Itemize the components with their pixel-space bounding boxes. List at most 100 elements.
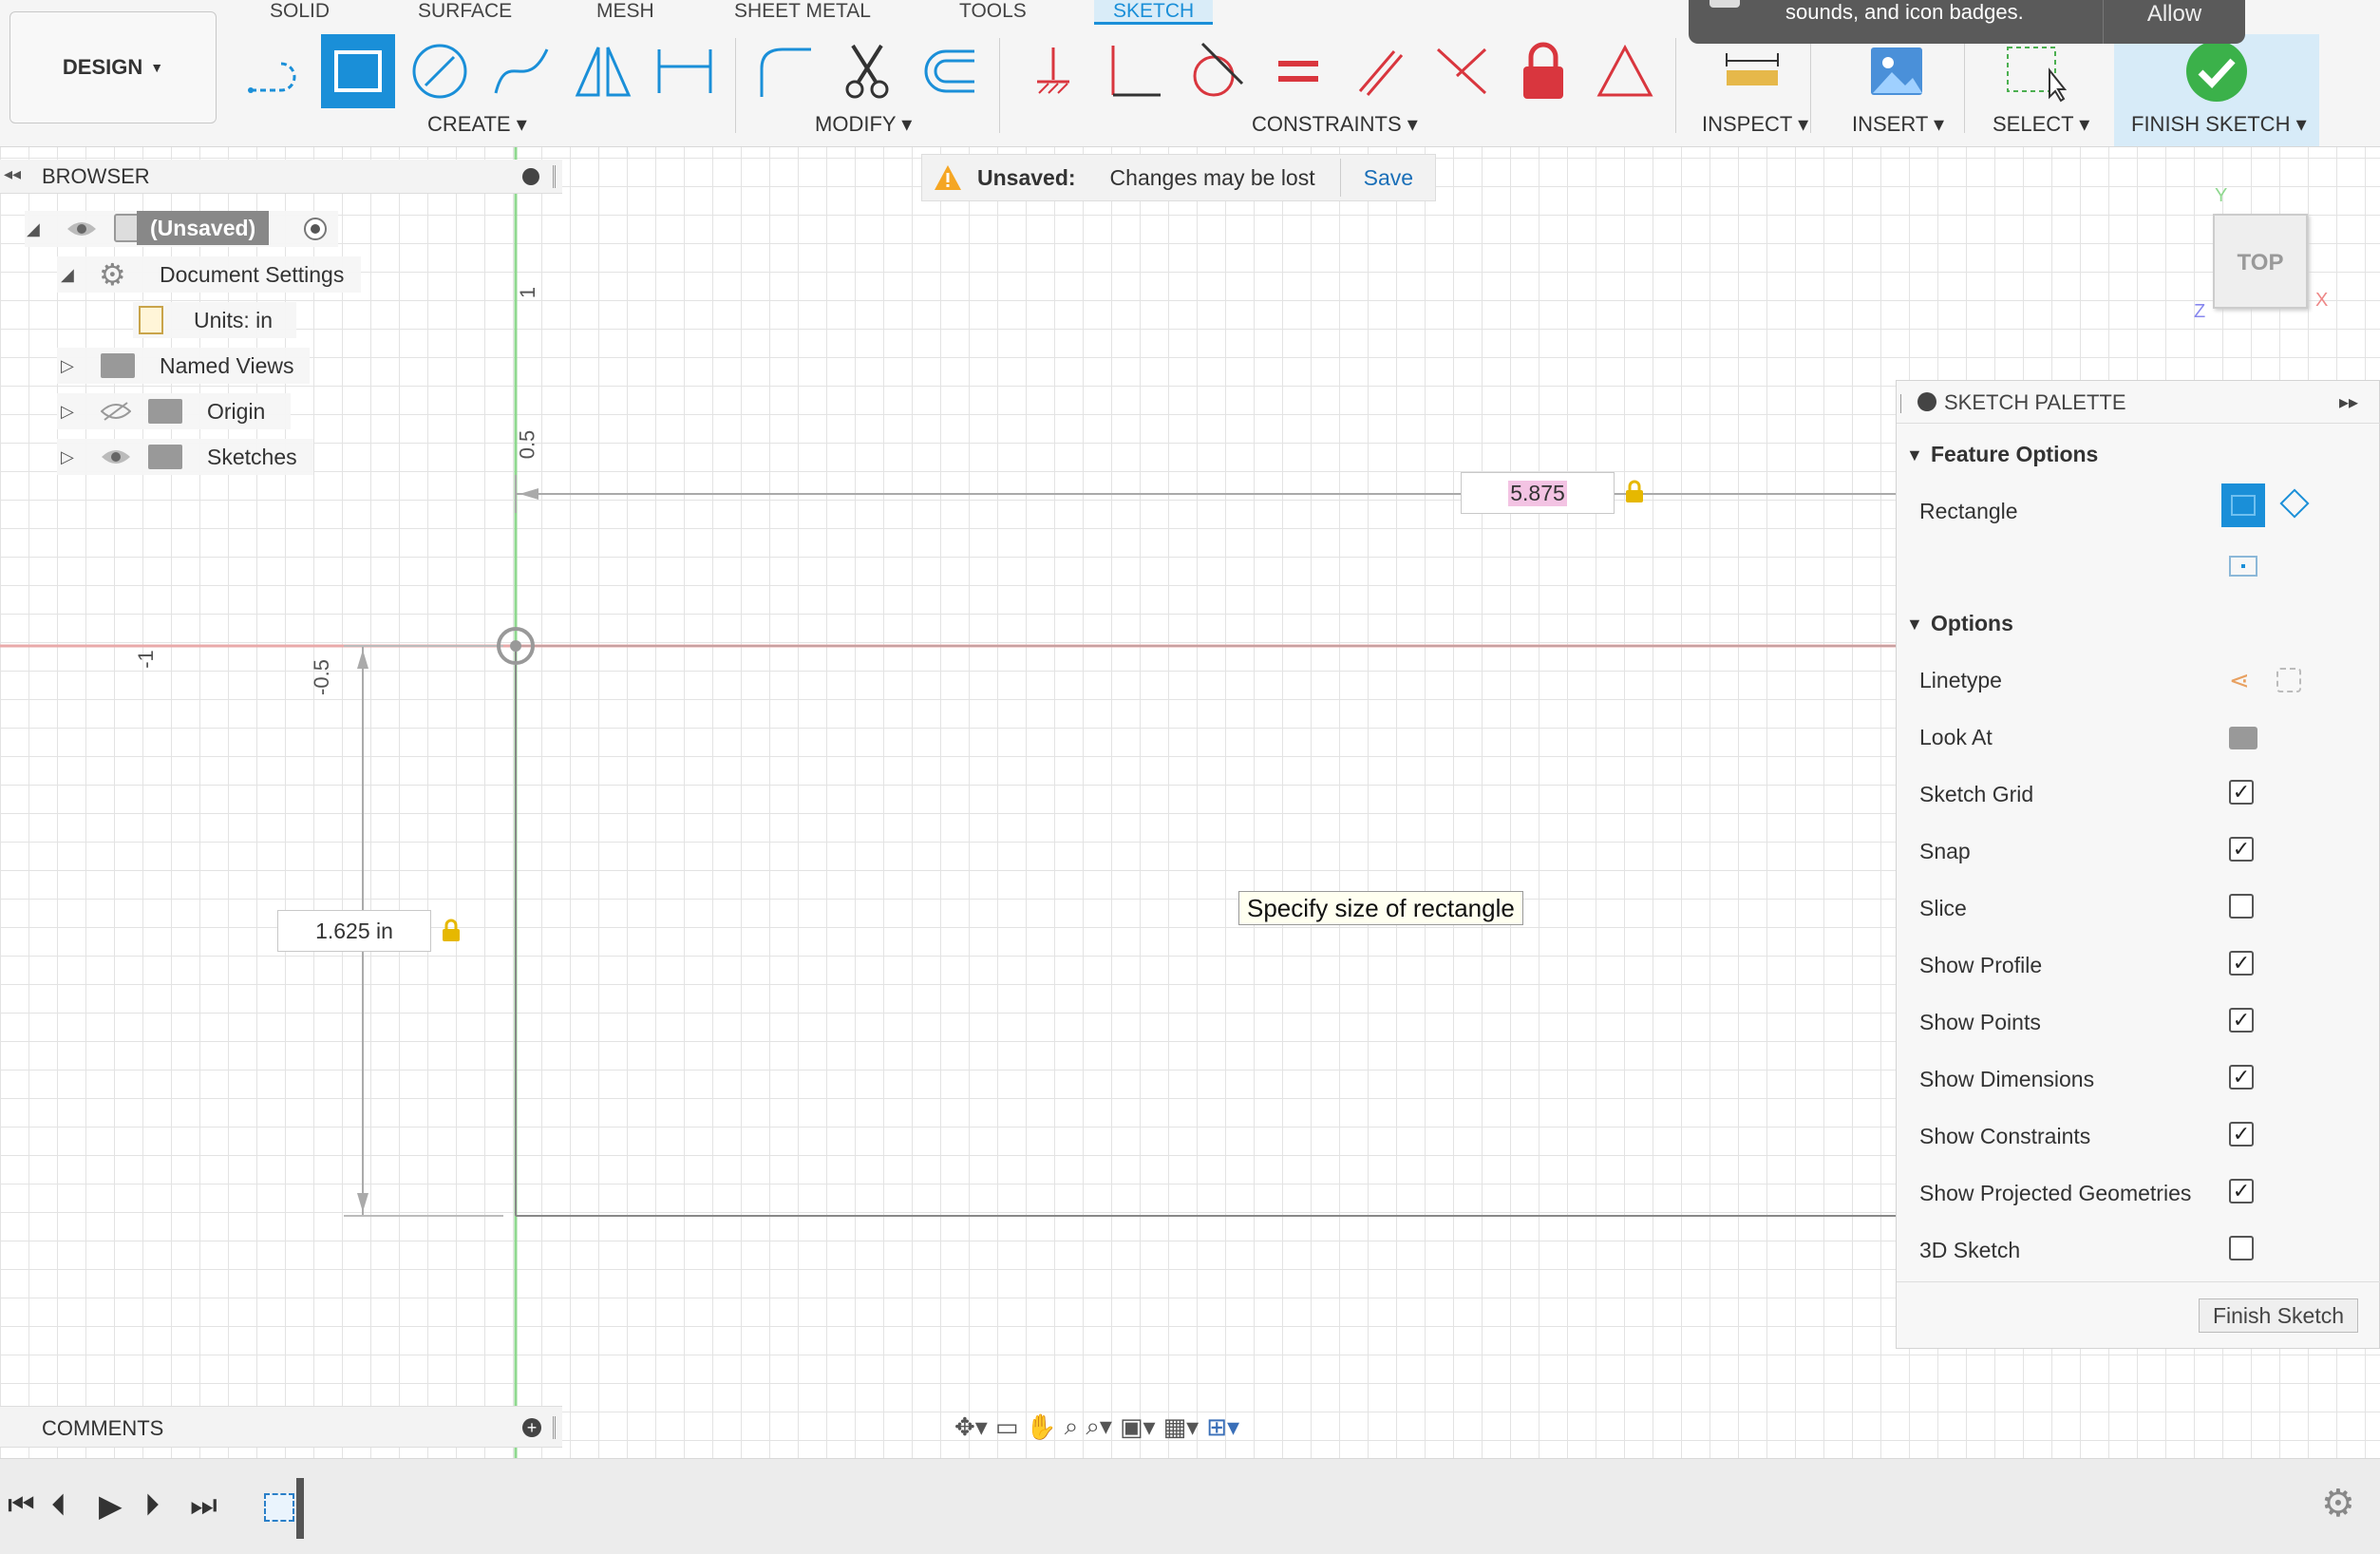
- fix-constraint-icon[interactable]: [1016, 34, 1090, 108]
- collapse-triangle-icon[interactable]: ▼: [1906, 615, 1923, 635]
- minimize-circle-icon[interactable]: [522, 168, 539, 185]
- modify-menu[interactable]: MODIFY ▾: [815, 112, 912, 137]
- line-tool-icon[interactable]: [239, 34, 313, 108]
- collapsed-triangle-icon[interactable]: ▷: [61, 356, 74, 376]
- constraints-menu[interactable]: CONSTRAINTS ▾: [1252, 112, 1418, 137]
- parallel-constraint-icon[interactable]: [1343, 34, 1417, 108]
- finish-sketch-check-icon[interactable]: [2180, 34, 2254, 108]
- mirror-tool-icon[interactable]: [566, 34, 640, 108]
- tab-sheet-metal[interactable]: SHEET METAL: [734, 0, 871, 25]
- sketch-feature-icon[interactable]: [264, 1493, 294, 1522]
- step-forward-icon[interactable]: ⏵: [144, 1488, 160, 1524]
- trim-scissors-icon[interactable]: [830, 34, 904, 108]
- lock-constraint-icon[interactable]: [1506, 34, 1580, 108]
- select-window-icon[interactable]: [1996, 34, 2070, 108]
- root-label[interactable]: (Unsaved): [137, 211, 270, 245]
- two-point-rectangle-icon[interactable]: [2221, 483, 2265, 527]
- width-dimension-input[interactable]: 5.875: [1461, 472, 1615, 514]
- circle-tool-icon[interactable]: [403, 34, 477, 108]
- go-to-end-icon[interactable]: ⏭: [190, 1488, 217, 1524]
- activate-radio-icon[interactable]: [304, 218, 327, 240]
- play-icon[interactable]: ▶: [99, 1488, 123, 1524]
- tree-item-named-views[interactable]: ▷ Named Views: [57, 348, 310, 384]
- fillet-tool-icon[interactable]: [748, 34, 822, 108]
- tree-item-sketches[interactable]: ▷ Sketches: [57, 439, 313, 475]
- timeline-settings-gear-icon[interactable]: ⚙: [2321, 1482, 2355, 1526]
- dimension-tool-icon[interactable]: [648, 34, 722, 108]
- grid-settings-icon[interactable]: ▦▾: [1163, 1412, 1199, 1442]
- workspace-switcher[interactable]: DESIGN ▼: [9, 11, 217, 123]
- collapsed-triangle-icon[interactable]: ▷: [61, 447, 74, 467]
- panel-grip-icon[interactable]: [553, 165, 556, 188]
- tree-item-origin[interactable]: ▷ Origin: [57, 393, 291, 429]
- finish-sketch-button[interactable]: Finish Sketch: [2199, 1298, 2358, 1333]
- spline-tool-icon[interactable]: [484, 34, 558, 108]
- eye-icon[interactable]: [66, 218, 97, 245]
- coincident-constraint-icon[interactable]: [1425, 34, 1499, 108]
- equal-constraint-icon[interactable]: [1261, 34, 1335, 108]
- finish-sketch-menu[interactable]: FINISH SKETCH ▾: [2131, 112, 2307, 137]
- expanded-triangle-icon[interactable]: ◢: [61, 265, 74, 285]
- insert-menu[interactable]: INSERT ▾: [1852, 112, 1944, 137]
- eye-hidden-icon[interactable]: [100, 401, 132, 427]
- height-lock-icon[interactable]: [439, 919, 463, 943]
- collapse-triangle-icon[interactable]: ▼: [1906, 445, 1923, 465]
- expanded-triangle-icon[interactable]: ◢: [27, 219, 40, 239]
- eye-icon[interactable]: [101, 446, 131, 473]
- height-dimension-input[interactable]: 1.625 in: [277, 910, 431, 952]
- offset-tool-icon[interactable]: [912, 34, 986, 108]
- save-link[interactable]: Save: [1364, 165, 1413, 191]
- center-rectangle-icon[interactable]: [2229, 556, 2257, 577]
- comments-panel[interactable]: COMMENTS +: [0, 1406, 562, 1448]
- rectangle-tool-icon[interactable]: [321, 34, 395, 108]
- tree-item-units[interactable]: Units: in: [133, 302, 296, 338]
- inspect-menu[interactable]: INSPECT ▾: [1702, 112, 1808, 137]
- show-dimensions-checkbox[interactable]: ✓: [2229, 1065, 2254, 1090]
- tab-surface[interactable]: SURFACE: [418, 0, 512, 25]
- viewports-icon[interactable]: ⊞▾: [1206, 1412, 1239, 1442]
- create-menu[interactable]: CREATE ▾: [427, 112, 527, 137]
- panel-grip-icon[interactable]: [553, 1416, 556, 1439]
- add-comment-icon[interactable]: +: [522, 1418, 541, 1437]
- collapsed-triangle-icon[interactable]: ▷: [61, 402, 74, 422]
- width-lock-icon[interactable]: [1622, 480, 1647, 504]
- timeline-marker[interactable]: [296, 1478, 304, 1539]
- minimize-circle-icon[interactable]: [1917, 392, 1936, 411]
- tab-mesh[interactable]: MESH: [596, 0, 654, 25]
- collapse-panel-icon[interactable]: ◂◂: [4, 164, 21, 184]
- panel-grip-icon[interactable]: [1900, 394, 1903, 413]
- tree-root-unsaved[interactable]: ◢ (Unsaved): [25, 211, 338, 247]
- gear-icon[interactable]: ⚙: [99, 259, 126, 290]
- tangent-constraint-icon[interactable]: [1180, 34, 1254, 108]
- 3d-sketch-checkbox[interactable]: [2229, 1236, 2254, 1260]
- slice-checkbox[interactable]: [2229, 894, 2254, 919]
- show-constraints-checkbox[interactable]: ✓: [2229, 1122, 2254, 1147]
- show-profile-checkbox[interactable]: ✓: [2229, 951, 2254, 976]
- expand-palette-icon[interactable]: ▸▸: [2339, 390, 2358, 414]
- zoom-icon[interactable]: ⌕: [1065, 1412, 1079, 1442]
- pan-hand-icon[interactable]: ✋: [1026, 1412, 1056, 1442]
- browser-header[interactable]: ◂◂ BROWSER: [0, 160, 562, 194]
- tab-tools[interactable]: TOOLS: [959, 0, 1027, 25]
- look-at-icon[interactable]: [2229, 727, 2257, 749]
- sketch-grid-checkbox[interactable]: ✓: [2229, 780, 2254, 805]
- snap-checkbox[interactable]: ✓: [2229, 837, 2254, 862]
- tab-sketch[interactable]: SKETCH: [1094, 0, 1214, 25]
- centerline-linetype-icon[interactable]: [2276, 668, 2301, 692]
- insert-image-icon[interactable]: [1860, 34, 1934, 108]
- measure-ruler-icon[interactable]: [1715, 34, 1789, 108]
- step-back-icon[interactable]: ⏴: [51, 1488, 66, 1524]
- notification-allow-button[interactable]: Allow: [2103, 0, 2245, 44]
- perpendicular-constraint-icon[interactable]: [1098, 34, 1172, 108]
- view-cube-top-face[interactable]: TOP: [2213, 214, 2308, 309]
- triangle-constraint-icon[interactable]: [1588, 34, 1662, 108]
- three-point-rectangle-icon[interactable]: [2279, 488, 2310, 519]
- view-cube[interactable]: TOP Y X Z: [2194, 185, 2336, 322]
- orbit-icon[interactable]: ✥▾: [954, 1412, 988, 1442]
- fit-icon[interactable]: ⌕▾: [1086, 1412, 1112, 1442]
- construction-linetype-icon[interactable]: ⋖: [2229, 666, 2250, 695]
- show-points-checkbox[interactable]: ✓: [2229, 1008, 2254, 1033]
- display-settings-icon[interactable]: ▣▾: [1120, 1412, 1156, 1442]
- go-to-start-icon[interactable]: ⏮: [8, 1488, 35, 1524]
- tab-solid[interactable]: SOLID: [270, 0, 330, 25]
